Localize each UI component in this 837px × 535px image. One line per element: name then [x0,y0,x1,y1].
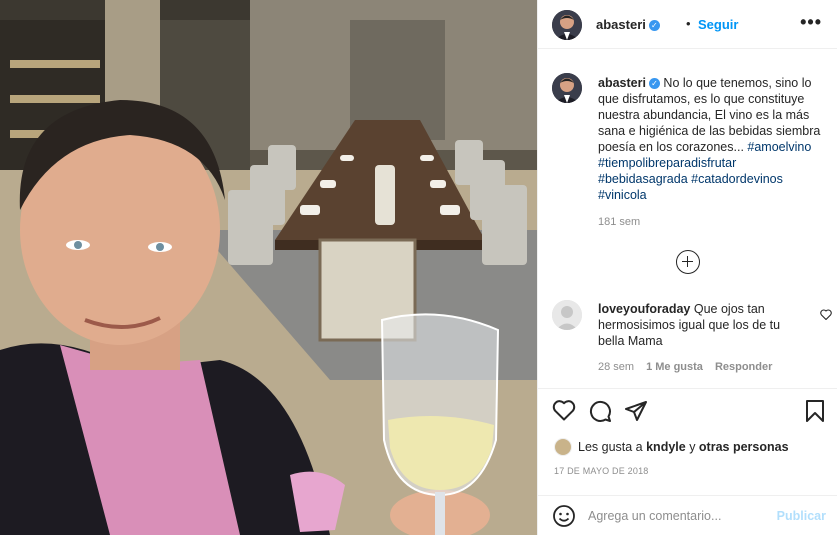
comment-input[interactable] [588,506,768,526]
publish-button[interactable]: Publicar [777,509,826,523]
reply-button[interactable]: Responder [715,361,772,373]
separator-dot: • [686,16,691,31]
author-username[interactable]: abasteri ✓ [596,17,660,32]
liker-username[interactable]: kndyle [646,440,686,454]
likes-summary: Les gusta a kndyle y otras personas [554,438,789,456]
comment-icon[interactable] [588,399,612,426]
hashtag-link[interactable]: #catadordevinos [691,172,783,186]
post-date[interactable]: 17 DE MAYO DE 2018 [554,466,648,476]
follow-button[interactable]: Seguir [698,17,738,32]
post-header: abasteri ✓ • Seguir ••• [538,0,837,49]
selfie-with-wine-image [0,0,537,535]
hashtag-link[interactable]: #amoelvino [747,140,811,154]
author-avatar[interactable] [552,10,582,40]
caption-avatar[interactable] [552,73,582,103]
emoji-icon[interactable] [552,504,576,531]
comment-meta: 28 sem 1 Me gusta Responder [598,361,784,373]
commenter-username[interactable]: loveyouforaday [598,302,690,316]
add-comment-bar: Publicar [538,495,837,535]
comment-heart-icon[interactable] [820,308,832,323]
verified-badge-icon: ✓ [648,20,660,31]
hashtag-link[interactable]: #bebidasagrada [598,172,688,186]
author-username-text[interactable]: abasteri [596,17,646,32]
comment-text: loveyouforaday Que ojos tan hermosisimos… [598,301,808,349]
bookmark-icon[interactable] [804,399,826,426]
commenter-avatar[interactable] [552,300,582,330]
hashtag-link[interactable]: #vinicola [598,188,647,202]
caption-username[interactable]: abasteri [598,76,646,90]
hashtag-link[interactable]: #tiempolibreparadisfrutar [598,156,736,170]
comment-likes[interactable]: 1 Me gusta [646,361,703,373]
more-options-icon[interactable]: ••• [800,12,822,33]
caption-text: abasteri ✓ No lo que tenemos, sino lo que… [598,75,828,203]
action-bar [538,388,837,432]
heart-icon[interactable] [552,399,576,424]
comment-timestamp[interactable]: 28 sem [598,361,634,373]
paper-plane-icon[interactable] [624,399,648,426]
post-photo[interactable] [0,0,537,535]
caption-timestamp[interactable]: 181 sem [598,216,640,228]
likes-prefix: Les gusta a [578,440,647,454]
load-more-comments-icon[interactable] [676,250,700,274]
likes-middle: y [685,440,699,454]
likes-others-link[interactable]: otras personas [699,440,789,454]
liker-avatar[interactable] [554,438,572,456]
post-panel: abasteri ✓ • Seguir ••• abasteri ✓ No lo q… [537,0,837,535]
verified-badge-icon: ✓ [648,78,660,89]
